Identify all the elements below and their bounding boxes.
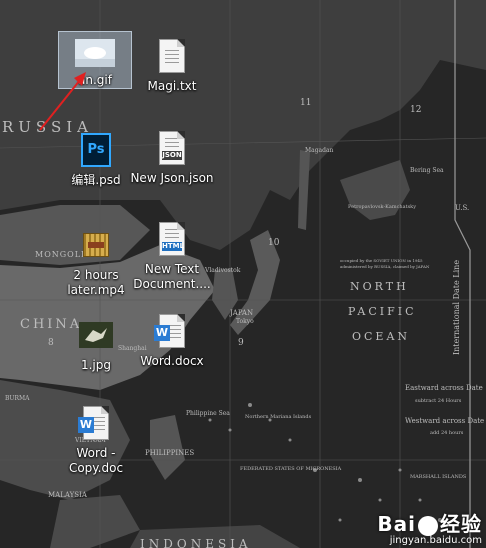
desktop-icon-label: Word.docx bbox=[140, 354, 204, 368]
date-line-label: International Date Line bbox=[452, 260, 461, 355]
desktop[interactable]: RUSSIA CHINA MONGOLIA NORTH PACIFIC OCEA… bbox=[0, 0, 486, 548]
text-file-icon bbox=[152, 36, 192, 76]
indonesia-label: INDONESIA bbox=[140, 537, 252, 548]
administered-label: administered by RUSSIA, claimed by JAPAN bbox=[340, 264, 430, 269]
zone-12-label: 12 bbox=[410, 105, 421, 115]
gif-image-icon bbox=[75, 35, 115, 70]
watermark-brand-left: Bai bbox=[377, 512, 416, 536]
json-file-icon: JSON bbox=[152, 128, 192, 168]
desktop-icon-new-text-document[interactable]: HTML New Text Document.... bbox=[124, 216, 220, 292]
japan-label: JAPAN bbox=[229, 309, 253, 317]
malaysia-label: MALAYSIA bbox=[48, 491, 88, 499]
desktop-icon-word-docx[interactable]: W Word.docx bbox=[124, 308, 220, 369]
jpg-image-icon bbox=[76, 315, 116, 355]
desktop-icon-label: 编辑.psd bbox=[71, 173, 121, 187]
micronesia-label: FEDERATED STATES OF MICRONESIA bbox=[240, 466, 342, 472]
word-file-icon: W bbox=[76, 403, 116, 443]
philippine-sea-label: Philippine Sea bbox=[186, 410, 230, 417]
bering-sea-label: Bering Sea bbox=[410, 167, 444, 174]
marshall-label: MARSHALL ISLANDS bbox=[410, 474, 467, 480]
ocean-label: OCEAN bbox=[352, 330, 410, 343]
philippines-label: PHILIPPINES bbox=[145, 449, 194, 457]
eastward-sub-label: subtract 24 Hours bbox=[415, 398, 462, 404]
eastward-label: Eastward across Date bbox=[405, 384, 483, 392]
watermark-url: jingyan.baidu.com bbox=[389, 535, 482, 546]
zone-10-label: 10 bbox=[268, 238, 280, 248]
north-label: NORTH bbox=[350, 280, 409, 293]
desktop-icon-label: 1.jpg bbox=[80, 358, 112, 372]
occupied-label: occupied by the SOVIET UNION in 1945 bbox=[340, 258, 423, 263]
westward-sub-label: add 24 hours bbox=[430, 430, 464, 436]
desktop-icon-label: New Text Document.... bbox=[133, 262, 211, 291]
kamchatsky-label: Petropavlovsk-Kamchatsky bbox=[348, 204, 416, 210]
pacific-label: PACIFIC bbox=[348, 305, 417, 318]
desktop-icon-json[interactable]: JSON New Json.json bbox=[124, 125, 220, 186]
baidu-paw-icon bbox=[418, 515, 438, 536]
desktop-icon-label: an.gif bbox=[78, 73, 112, 87]
us-label: U.S. bbox=[455, 204, 469, 212]
tokyo-label: Tokyo bbox=[236, 318, 254, 325]
zone-11-label: 11 bbox=[300, 98, 311, 108]
desktop-icon-magi-txt[interactable]: Magi.txt bbox=[124, 33, 220, 94]
magadan-label: Magadan bbox=[305, 147, 334, 154]
desktop-icon-label: New Json.json bbox=[130, 171, 214, 185]
desktop-icon-label: Magi.txt bbox=[147, 79, 197, 93]
video-file-icon bbox=[76, 225, 116, 265]
desktop-icon-word-copy-doc[interactable]: W Word - Copy.doc bbox=[48, 400, 144, 476]
baidu-jingyan-watermark: Bai 经验 jingyan.baidu.com bbox=[377, 508, 482, 546]
burma-label: BURMA bbox=[5, 395, 30, 402]
zone-9-label: 9 bbox=[238, 338, 244, 348]
word-file-icon: W bbox=[152, 311, 192, 351]
photoshop-file-icon: Ps bbox=[76, 130, 116, 170]
desktop-icon-label: Word - Copy.doc bbox=[68, 446, 124, 475]
westward-label: Westward across Date bbox=[405, 417, 484, 425]
mariana-label: Northern Mariana Islands bbox=[245, 414, 312, 420]
watermark-brand-right: 经验 bbox=[440, 512, 482, 536]
desktop-icon-an-gif[interactable]: an.gif bbox=[58, 31, 132, 89]
html-file-icon: HTML bbox=[152, 219, 192, 259]
